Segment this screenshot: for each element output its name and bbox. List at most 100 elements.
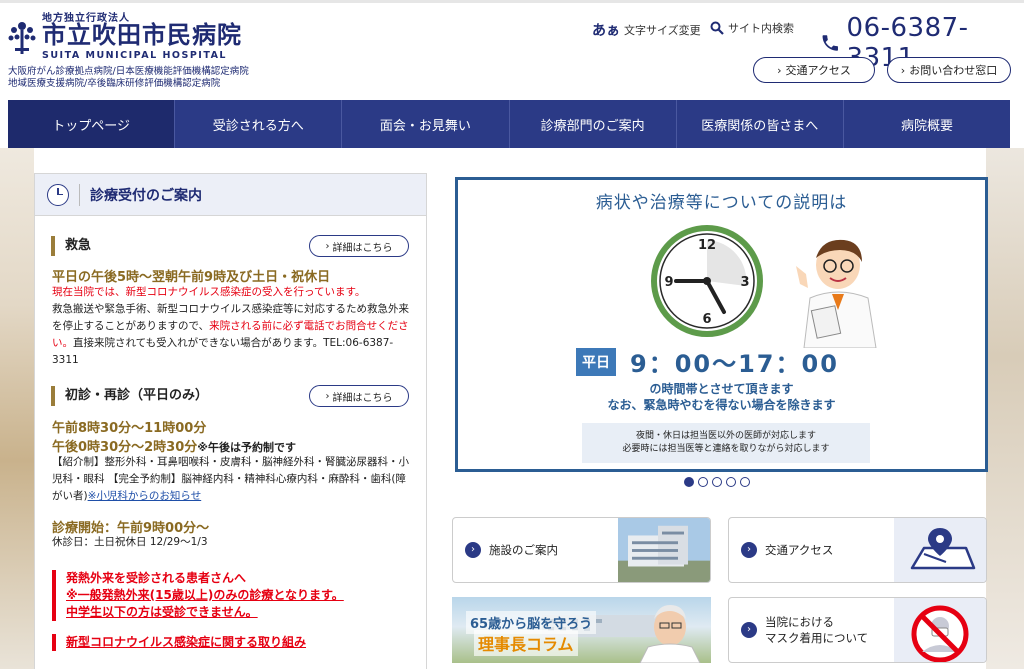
search-icon: [710, 21, 724, 35]
accreditation-line-2: 地域医療支援病院/卒後臨床研修評価機構認定病院: [8, 78, 221, 89]
fever-alert-line-1: 発熱外来を受診される患者さんへ: [66, 571, 247, 585]
reception-info-panel: 診療受付のご案内 救急 › 詳細はこちら 平日の午後5時～翌朝午前9時及び土日・…: [34, 173, 427, 669]
slide-note-line-2: なお、緊急時やむを得ない場合を除きます: [607, 398, 836, 412]
hospital-logo-icon[interactable]: [6, 18, 38, 56]
mask-image: [894, 598, 986, 662]
nav-item-medical-professionals[interactable]: 医療関係の皆さまへ: [677, 100, 844, 148]
clock-number-9: 9: [664, 275, 673, 290]
slide-note: の時間帯とさせて頂きます なお、緊急時やむを得ない場合を除きます: [458, 381, 985, 413]
contact-button-label: お問い合わせ窓口: [909, 64, 998, 77]
chevron-right-icon: ›: [325, 240, 330, 252]
afternoon-hours: 午後0時30分～2時30分※午後は予約制です: [52, 436, 296, 455]
slide-title: 病状や治療等についての説明は: [595, 193, 848, 213]
chevron-right-icon: ›: [741, 622, 757, 638]
fever-alert-line-2: ※一般発熱外来(15歳以上)のみの診療となります。: [66, 588, 344, 602]
facility-guide-card[interactable]: › 施設のご案内: [452, 517, 711, 583]
clock-number-3: 3: [740, 275, 749, 290]
chevron-right-icon: ›: [325, 390, 330, 402]
mask-policy-label: 当院における マスク着用について: [765, 614, 868, 646]
column-banner-line-2: 理事長コラム: [474, 630, 578, 656]
mask-policy-line-2: マスク着用について: [765, 631, 869, 645]
access-card[interactable]: › 交通アクセス: [728, 517, 987, 583]
accreditation-text: 大阪府がん診療拠点病院/日本医療機能評価機構認定病院 地域医療支援病院/卒後臨床…: [8, 66, 249, 90]
nav-item-about[interactable]: 病院概要: [844, 100, 1010, 148]
font-size-button[interactable]: あぁ 文字サイズ変更: [592, 20, 701, 40]
morning-hours: 午前8時30分～11時00分: [52, 421, 207, 436]
contact-button[interactable]: › お問い合わせ窓口: [887, 57, 1011, 83]
slide-dot-2[interactable]: [698, 477, 708, 487]
chevron-right-icon: ›: [777, 63, 782, 77]
header-top-line: [0, 0, 1024, 3]
first-visit-heading: 初診・再診（平日のみ）: [51, 386, 208, 406]
no-mask-icon: [911, 605, 969, 662]
mask-policy-line-1: 当院における: [765, 615, 834, 629]
right-background-photo: [986, 148, 1024, 669]
chairman-column-banner[interactable]: 65歳から脳を守ろう 理事長コラム: [452, 597, 711, 663]
chevron-right-icon: ›: [465, 542, 481, 558]
map-pin-icon: [910, 528, 976, 570]
details-label: 詳細はこちら: [332, 242, 393, 254]
explanation-hours: 9：00〜17：00: [630, 350, 839, 378]
panel-header: 診療受付のご案内: [35, 174, 426, 216]
nav-item-departments[interactable]: 診療部門のご案内: [510, 100, 677, 148]
fever-clinic-alert[interactable]: 発熱外来を受診される患者さんへ ※一般発熱外来(15歳以上)のみの診療となります…: [52, 570, 344, 621]
slide-note-line-1: の時間帯とさせて頂きます: [649, 382, 794, 396]
notice-slideshow[interactable]: 病状や治療等についての説明は 12 3 6 9 平日 9：00〜17：00 の時…: [455, 177, 988, 472]
mask-policy-label-wrap: › 当院における マスク着用について: [741, 598, 868, 662]
hospital-name-en: SUITA MUNICIPAL HOSPITAL: [42, 50, 227, 61]
header-divider: [79, 183, 80, 206]
slide-dot-5[interactable]: [740, 477, 750, 487]
covid-initiatives-label: 新型コロナウイルス感染症に関する取り組み: [66, 635, 307, 649]
access-button[interactable]: › 交通アクセス: [753, 57, 875, 83]
hospital-name[interactable]: 市立吹田市民病院: [42, 21, 242, 49]
slide-dot-3[interactable]: [712, 477, 722, 487]
slide-info-box: 夜間・休日は担当医以外の医師が対応します 必要時には担当医等と連絡を取りながら対…: [582, 423, 870, 463]
site-search-label: サイト内検索: [728, 22, 794, 35]
emergency-heading: 救急: [51, 236, 91, 256]
chevron-right-icon: ›: [741, 542, 757, 558]
chevron-right-icon: ›: [900, 63, 906, 77]
pediatric-notice-link[interactable]: ※小児科からのお知らせ: [88, 490, 202, 502]
fever-alert-line-3: 中学生以下の方は受診できません。: [66, 605, 258, 619]
first-visit-details-button[interactable]: › 詳細はこちら: [309, 385, 409, 407]
emergency-body-2: 直接来院されても受入れができない場合があります。TEL:06-6387-3311: [52, 337, 394, 366]
clock-icon: [47, 183, 69, 206]
main-navigation: トップページ 受診される方へ 面会・お見舞い 診療部門のご案内 医療関係の皆さま…: [8, 100, 1010, 148]
covid-acceptance-notice: 現在当院では、新型コロナウイルス感染症の受入を行っています。: [52, 286, 366, 298]
slide-dot-1[interactable]: [684, 477, 694, 487]
emergency-notice: 現在当院では、新型コロナウイルス感染症の受入を行っています。 救急搬送や緊急手術…: [52, 284, 412, 369]
clock-number-6: 6: [702, 312, 711, 327]
accreditation-line-1: 大阪府がん診療拠点病院/日本医療機能評価機構認定病院: [8, 66, 249, 77]
access-card-label-wrap: › 交通アクセス: [741, 518, 833, 582]
slide-dot-4[interactable]: [726, 477, 736, 487]
clock-number-12: 12: [698, 238, 716, 253]
nav-item-patients[interactable]: 受診される方へ: [175, 100, 343, 148]
nav-item-top[interactable]: トップページ: [8, 100, 176, 148]
left-background-photo: [0, 148, 34, 669]
mask-policy-card[interactable]: › 当院における マスク着用について: [728, 597, 987, 663]
covid-initiatives-link[interactable]: 新型コロナウイルス感染症に関する取り組み: [52, 634, 306, 651]
department-list: 【紹介制】整形外科・耳鼻咽喉科・皮膚科・脳神経外科・腎臓泌尿器科・小児科・眼科 …: [52, 454, 412, 505]
emergency-hours: 平日の午後5時～翌朝午前9時及び土日・祝休日: [52, 270, 331, 285]
hospital-building-image: [618, 518, 710, 582]
font-size-icon: あぁ: [592, 23, 620, 39]
map-pin-image: [894, 518, 986, 582]
slide-box-line-2: 必要時には担当医等と連絡を取りながら対応します: [622, 444, 830, 454]
font-size-label: 文字サイズ変更: [624, 24, 701, 37]
access-card-label: 交通アクセス: [765, 543, 834, 557]
slide-pagination: [684, 477, 750, 487]
access-button-label: 交通アクセス: [785, 64, 851, 77]
nav-item-visiting[interactable]: 面会・お見舞い: [342, 100, 510, 148]
facility-guide-label-wrap: › 施設のご案内: [465, 518, 558, 582]
slide-box-line-1: 夜間・休日は担当医以外の医師が対応します: [635, 431, 816, 441]
site-search-button[interactable]: サイト内検索: [710, 20, 794, 36]
weekday-badge: 平日: [576, 348, 616, 376]
afternoon-hours-text: 午後0時30分～2時30分: [52, 440, 198, 455]
facility-guide-label: 施設のご案内: [489, 543, 558, 557]
doctor-illustration-icon: [796, 239, 877, 348]
panel-title: 診療受付のご案内: [90, 187, 202, 204]
closed-days: 休診日：土日祝休日 12/29～1/3: [52, 536, 208, 548]
clock-illustration-icon: 12 3 6 9: [651, 225, 763, 337]
emergency-details-button[interactable]: › 詳細はこちら: [309, 235, 409, 257]
site-header: 地方独立行政法人 市立吹田市民病院 SUITA MUNICIPAL HOSPIT…: [0, 0, 1024, 100]
